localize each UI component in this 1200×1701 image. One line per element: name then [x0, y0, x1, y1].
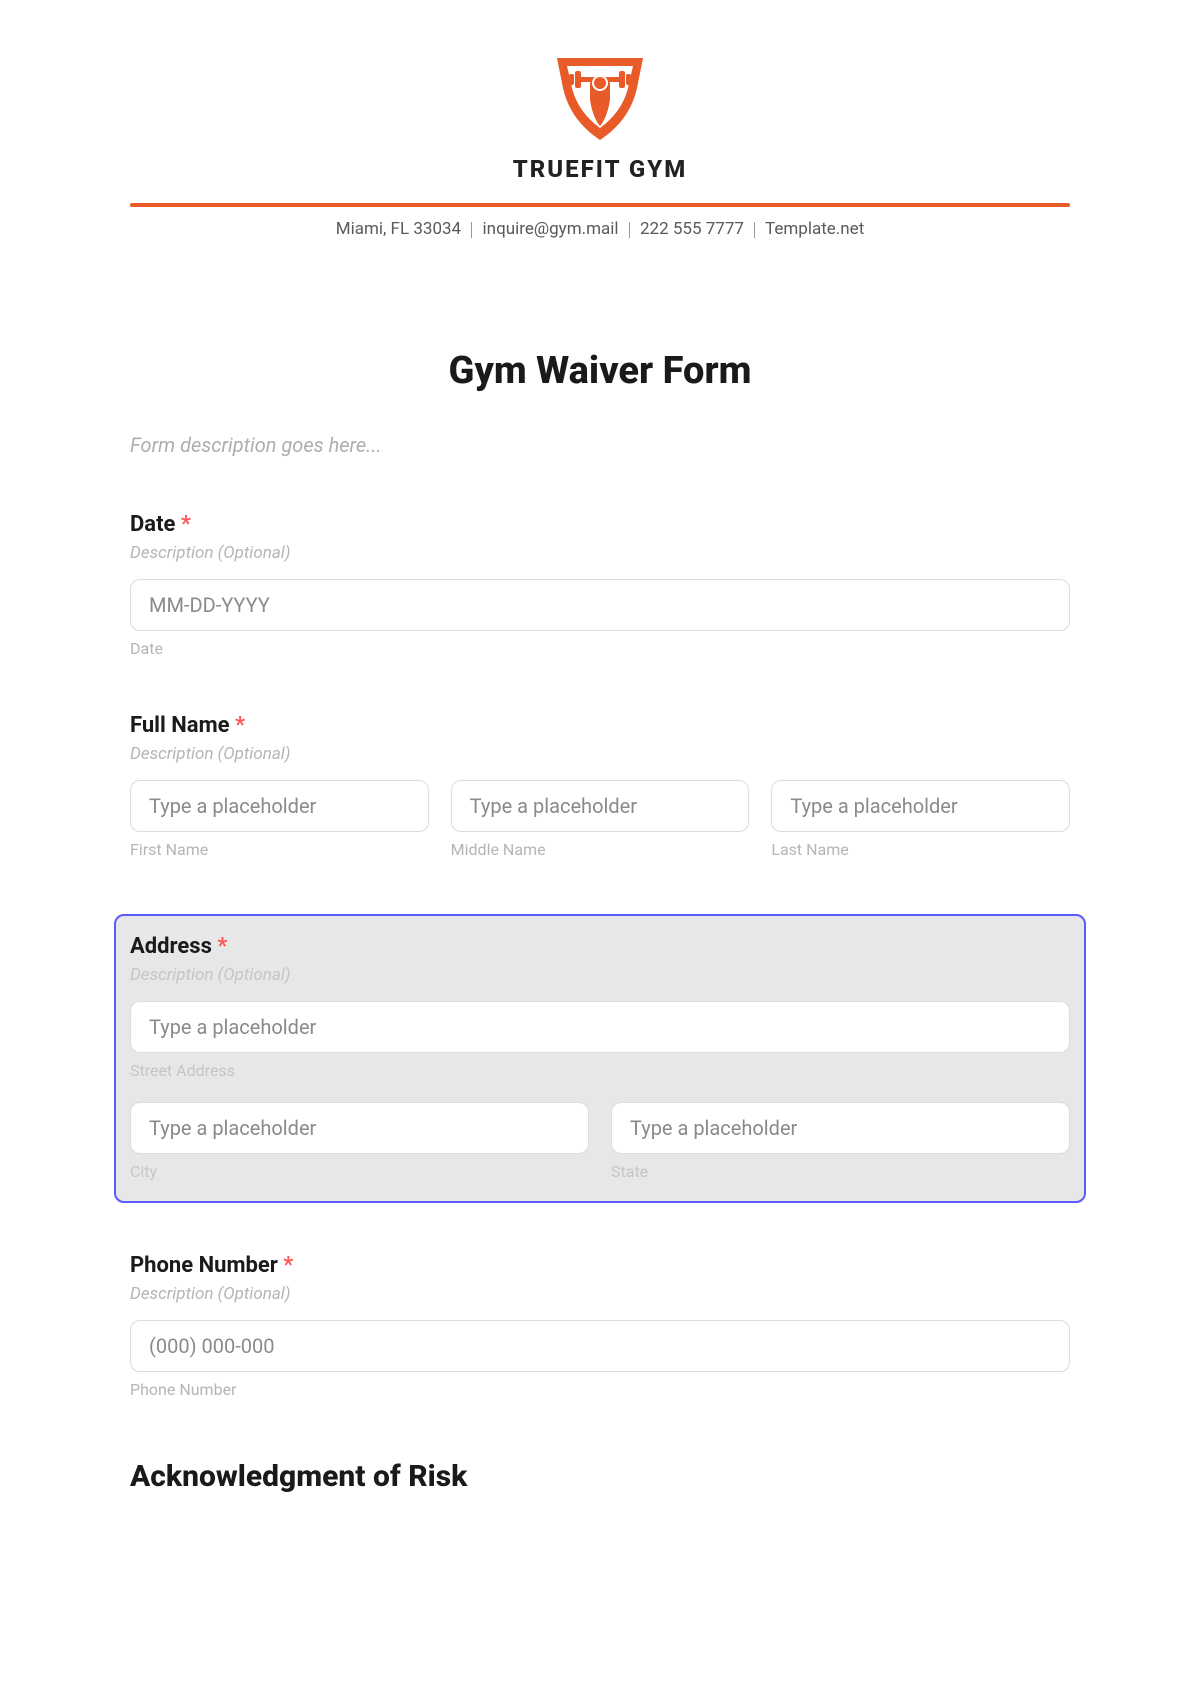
state-input[interactable] — [611, 1102, 1070, 1154]
street-address-input[interactable] — [130, 1001, 1070, 1053]
required-mark: * — [181, 512, 191, 537]
separator — [471, 222, 472, 238]
first-name-input[interactable] — [130, 780, 429, 832]
address-desc[interactable]: Description (Optional) — [130, 965, 1070, 985]
date-desc[interactable]: Description (Optional) — [130, 543, 1070, 563]
city-sublabel: City — [130, 1162, 589, 1181]
contact-email: inquire@gym.mail — [483, 219, 619, 239]
required-mark: * — [235, 713, 245, 738]
shield-barbell-icon — [545, 50, 655, 145]
state-sublabel: State — [611, 1162, 1070, 1181]
header-divider — [130, 203, 1070, 207]
phone-label: Phone Number * — [130, 1253, 1070, 1278]
first-name-sublabel: First Name — [130, 840, 429, 859]
required-mark: * — [283, 1253, 293, 1278]
phone-input[interactable] — [130, 1320, 1070, 1372]
contact-site: Template.net — [765, 219, 864, 239]
contact-phone: 222 555 7777 — [640, 219, 744, 239]
address-label: Address * — [130, 934, 1070, 959]
phone-sublabel: Phone Number — [130, 1380, 1070, 1399]
fullname-desc[interactable]: Description (Optional) — [130, 744, 1070, 764]
brand-name: TRUEFIT GYM — [130, 155, 1070, 183]
last-name-input[interactable] — [771, 780, 1070, 832]
field-phone: Phone Number * Description (Optional) Ph… — [130, 1253, 1070, 1399]
street-address-sublabel: Street Address — [130, 1061, 1070, 1080]
acknowledgment-title: Acknowledgment of Risk — [130, 1459, 1070, 1494]
contact-line: Miami, FL 33034 inquire@gym.mail 222 555… — [130, 219, 1070, 239]
required-mark: * — [217, 934, 227, 959]
city-input[interactable] — [130, 1102, 589, 1154]
separator — [754, 222, 755, 238]
last-name-sublabel: Last Name — [771, 840, 1070, 859]
phone-desc[interactable]: Description (Optional) — [130, 1284, 1070, 1304]
date-sublabel: Date — [130, 639, 1070, 658]
date-input[interactable] — [130, 579, 1070, 631]
form-description[interactable]: Form description goes here... — [130, 433, 1070, 457]
middle-name-sublabel: Middle Name — [451, 840, 750, 859]
fullname-label: Full Name * — [130, 713, 1070, 738]
field-fullname: Full Name * Description (Optional) First… — [130, 713, 1070, 859]
logo: TRUEFIT GYM — [130, 40, 1070, 183]
separator — [629, 222, 630, 238]
date-label: Date * — [130, 512, 1070, 537]
field-date: Date * Description (Optional) Date — [130, 512, 1070, 658]
page: TRUEFIT GYM Miami, FL 33034 inquire@gym.… — [0, 0, 1200, 1494]
field-address[interactable]: Address * Description (Optional) Street … — [114, 914, 1086, 1203]
middle-name-input[interactable] — [451, 780, 750, 832]
contact-location: Miami, FL 33034 — [336, 219, 461, 239]
form-title: Gym Waiver Form — [130, 349, 1070, 393]
